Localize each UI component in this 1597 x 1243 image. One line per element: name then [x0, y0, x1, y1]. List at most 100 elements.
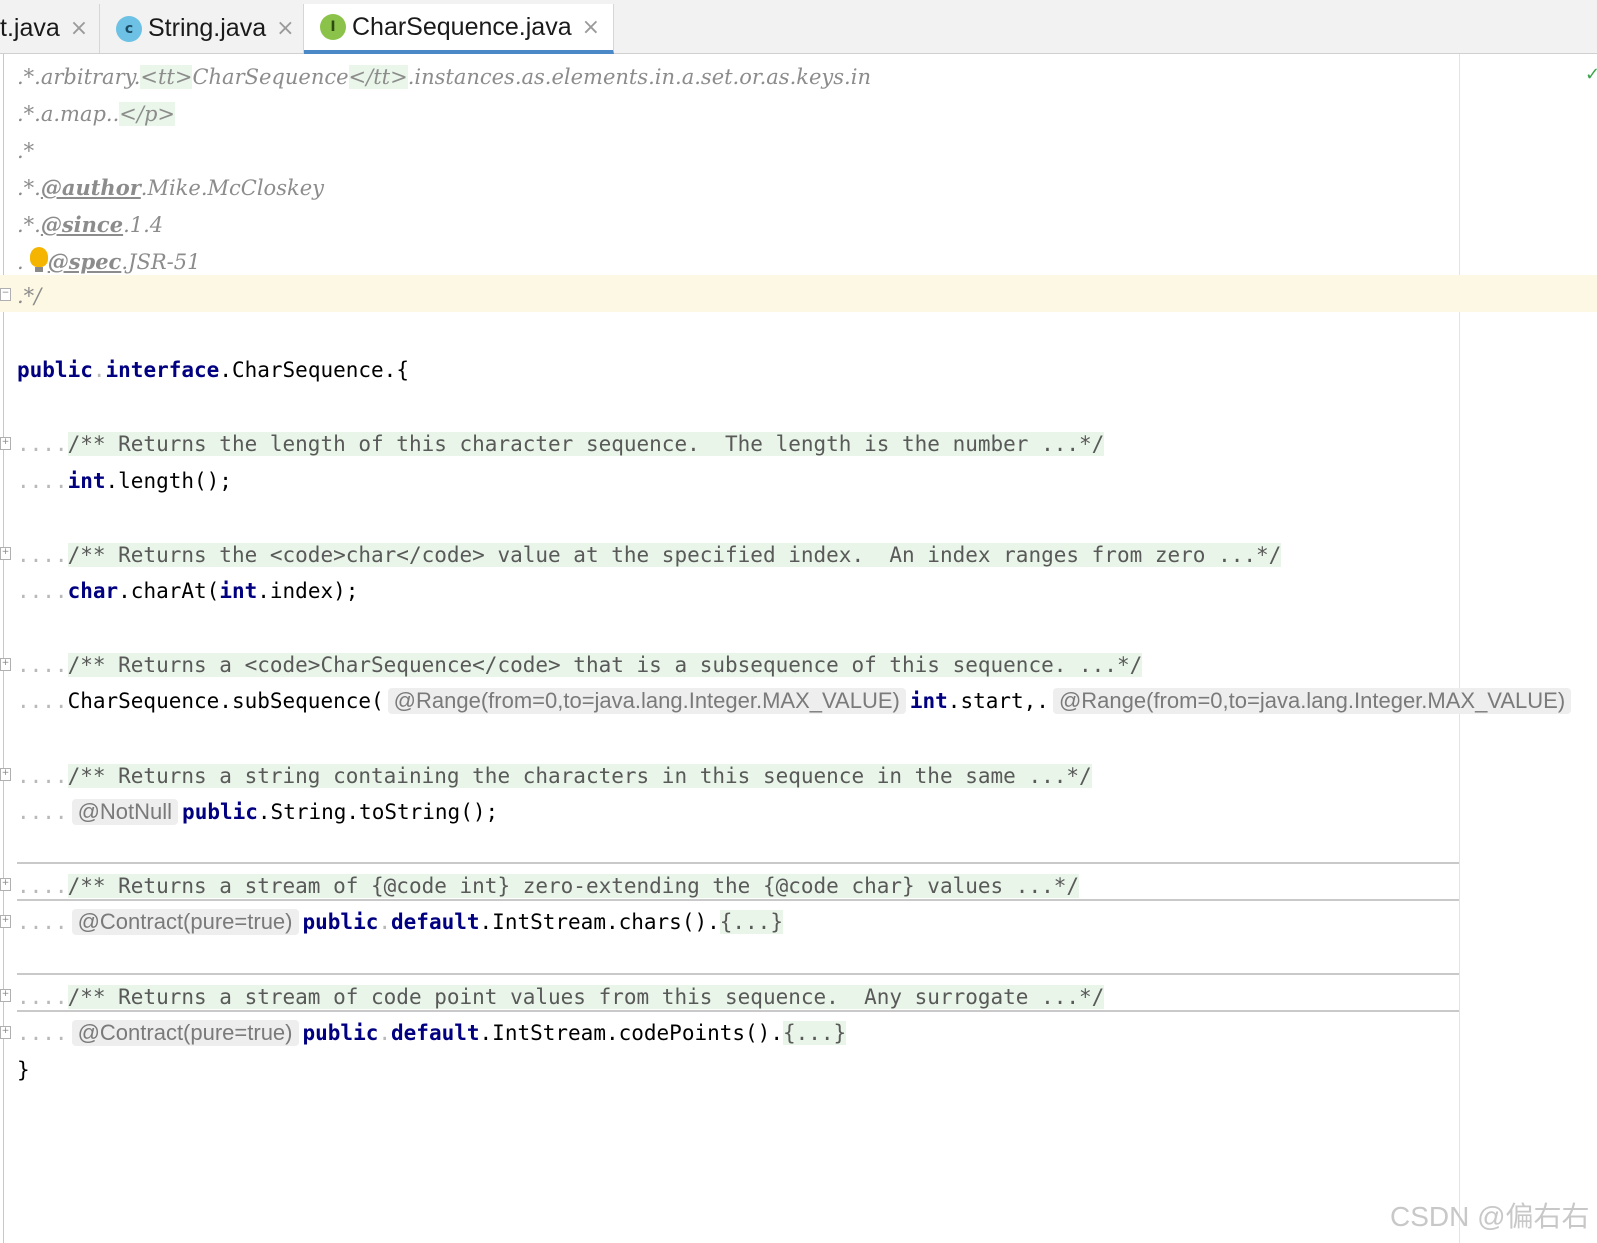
tab-label: t.java [0, 14, 60, 42]
indent-dots: .... [17, 1020, 68, 1045]
folded-javadoc[interactable]: /** Returns a <code>CharSequence</code> … [67, 652, 1143, 677]
folded-javadoc[interactable]: /** Returns the <code>char</code> value … [67, 542, 1282, 567]
keyword: int [219, 578, 258, 603]
keyword: char [67, 578, 119, 603]
javadoc-text: CharSequence [192, 64, 349, 89]
code-text: .length(); [105, 468, 232, 493]
indent-dots: .... [17, 984, 68, 1009]
code-line: .*. @since .1.4 [17, 206, 163, 243]
javadoc-lead: .*. [17, 101, 41, 126]
folded-javadoc[interactable]: /** Returns the length of this character… [67, 431, 1105, 456]
javadoc-tag: @author [40, 175, 141, 200]
javadoc-text: .* [17, 138, 35, 163]
code-text: .charAt( [118, 578, 220, 603]
method-separator [17, 899, 1459, 901]
whitespace-dot: . [92, 357, 106, 382]
keyword: default [391, 909, 480, 934]
code-text: .start,. [947, 688, 1049, 713]
code-text: .index); [257, 578, 359, 603]
inlay-hint: @NotNull [71, 798, 179, 825]
method-separator [17, 973, 1459, 975]
javadoc-text: a.map.. [40, 101, 120, 126]
keyword: public [302, 909, 379, 934]
fold-toggle-icon[interactable]: + [0, 878, 11, 891]
fold-toggle-icon[interactable]: + [0, 768, 11, 781]
html-tag: </tt> [348, 64, 408, 89]
html-tag: </p> [119, 101, 175, 126]
keyword: int [67, 468, 106, 493]
tab-t-java[interactable]: t.java × [0, 4, 100, 53]
tab-label: CharSequence.java [352, 12, 572, 41]
fold-toggle-icon[interactable]: + [0, 547, 11, 560]
fold-toggle-icon[interactable]: + [0, 989, 11, 1002]
folded-javadoc[interactable]: /** Returns a string containing the char… [67, 763, 1092, 788]
code-line: .... CharSequence.subSequence(@Range(from… [17, 682, 1575, 719]
code-text: .IntStream.codePoints(). [479, 1020, 783, 1045]
code-line: } [17, 1051, 30, 1088]
indent-dots: .... [17, 688, 68, 713]
javadoc-text: .JSR-51 [121, 249, 201, 274]
javadoc-text: .Mike.McCloskey [140, 175, 324, 200]
tab-charsequence-java[interactable]: I CharSequence.java × [304, 4, 614, 54]
code-line: .*. arbitrary. <tt> CharSequence </tt> .insta… [17, 58, 871, 95]
gutter-divider [3, 54, 4, 1243]
indent-dots: .... [17, 542, 68, 567]
folded-javadoc[interactable]: /** Returns a stream of code point value… [67, 984, 1105, 1009]
fold-toggle-icon[interactable]: + [0, 658, 11, 671]
html-tag: <tt> [140, 64, 193, 89]
javadoc-text: .*/ [17, 283, 42, 308]
javadoc-lead: . [17, 249, 24, 274]
inlay-hint: @Range(from=0,to=java.lang.Integer.MAX_V… [387, 687, 906, 714]
close-icon[interactable]: × [582, 15, 600, 40]
code-text: .CharSequence.{ [219, 357, 409, 382]
fold-toggle-icon[interactable]: + [0, 437, 11, 450]
fold-toggle-icon[interactable]: + [0, 915, 11, 928]
code-line: public. interface .CharSequence.{ [17, 351, 409, 388]
code-line: .... @Contract(pure=true) public. default .I… [17, 1019, 847, 1046]
keyword: public [182, 799, 258, 824]
code-line: ..../** Returns a string containing the … [17, 757, 1092, 794]
code-line: . @spec .JSR-51 [17, 243, 200, 280]
method-separator [17, 1010, 1459, 1012]
javadoc-text: arbitrary. [40, 64, 141, 89]
javadoc-tag: @since [40, 212, 124, 237]
code-line: ..../** Returns a <code>CharSequence</co… [17, 646, 1143, 683]
javadoc-lead: .*. [17, 64, 41, 89]
javadoc-text: .1.4 [123, 212, 164, 237]
code-text: CharSequence.subSequence( [67, 688, 384, 713]
close-icon[interactable]: × [70, 16, 88, 41]
inlay-hint: @Contract(pure=true) [71, 908, 299, 935]
keyword: public [17, 357, 93, 382]
closing-brace: } [17, 1057, 30, 1082]
code-line: .... int .length(); [17, 462, 232, 499]
indent-dots: .... [17, 873, 68, 898]
close-icon[interactable]: × [276, 16, 294, 41]
watermark: CSDN @偏右右 [1390, 1201, 1590, 1232]
checkmark-icon: ✓ [1585, 64, 1597, 85]
javadoc-text: .instances.as.elements.in.a.set.or.as.ke… [407, 64, 871, 89]
indent-dots: .... [17, 763, 68, 788]
code-line: ..../** Returns the length of this chara… [17, 425, 1105, 462]
code-line: .... @Contract(pure=true) public. default .I… [17, 908, 783, 935]
indent-dots: .... [17, 909, 68, 934]
inlay-hint: @Range(from=0,to=java.lang.Integer.MAX_V… [1052, 687, 1572, 714]
code-line: .* [17, 132, 34, 169]
folded-method-body[interactable]: {...} [719, 909, 783, 934]
javadoc-tag: @spec [47, 249, 122, 274]
indent-dots: .... [17, 652, 68, 677]
indent-dots: .... [17, 578, 68, 603]
folded-method-body[interactable]: {...} [782, 1020, 847, 1045]
class-icon: c [116, 15, 142, 42]
code-text: .String.toString(); [257, 799, 499, 824]
code-editor[interactable]: ✓ .*. arbitrary. <tt> CharSequence </tt> .ins… [0, 54, 1597, 1243]
folded-javadoc[interactable]: /** Returns a stream of {@code int} zero… [67, 873, 1080, 898]
indent-dots: .... [17, 431, 68, 456]
caret-row-highlight [0, 275, 1597, 312]
fold-toggle-icon[interactable]: + [0, 1026, 11, 1039]
tab-string-java[interactable]: c String.java × [100, 4, 304, 53]
javadoc-lead: .*. [17, 175, 41, 200]
keyword: default [391, 1020, 480, 1045]
fold-toggle-icon[interactable]: − [0, 288, 11, 301]
tab-label: String.java [148, 14, 267, 42]
interface-icon: I [320, 14, 346, 40]
